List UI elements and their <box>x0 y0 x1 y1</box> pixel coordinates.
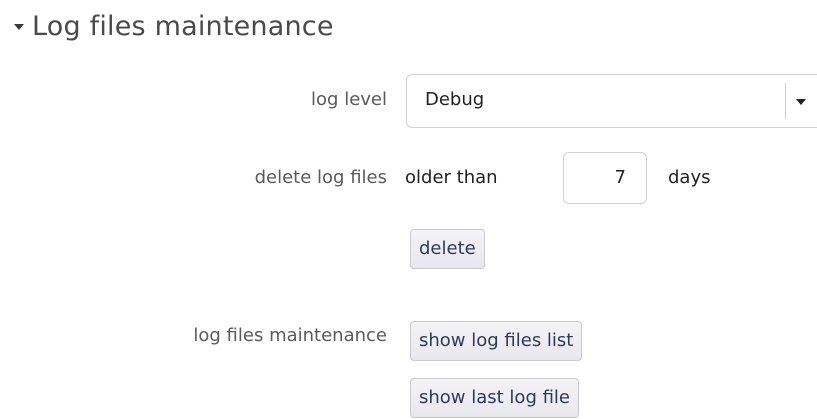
dropdown-caret-icon[interactable] <box>796 99 806 105</box>
section-title: Log files maintenance <box>32 10 334 42</box>
log-settings-page: Log files maintenance log level Debug de… <box>0 0 817 419</box>
log-level-selected-value: Debug <box>425 89 485 110</box>
collapse-caret-icon[interactable] <box>14 24 24 30</box>
show-log-files-list-button[interactable]: show log files list <box>410 321 583 361</box>
days-input[interactable]: 7 <box>563 152 647 204</box>
log-level-label: log level <box>311 89 387 110</box>
select-divider <box>785 83 786 119</box>
delete-log-files-label: delete log files <box>254 167 387 188</box>
days-value: 7 <box>614 167 626 188</box>
older-than-text: older than <box>405 167 498 188</box>
log-level-select[interactable]: Debug <box>406 74 817 128</box>
show-last-log-file-button[interactable]: show last log file <box>410 378 580 418</box>
section-header[interactable]: Log files maintenance <box>14 6 334 46</box>
log-files-maintenance-label: log files maintenance <box>193 325 387 346</box>
delete-button[interactable]: delete <box>410 229 485 269</box>
days-text: days <box>668 167 711 188</box>
